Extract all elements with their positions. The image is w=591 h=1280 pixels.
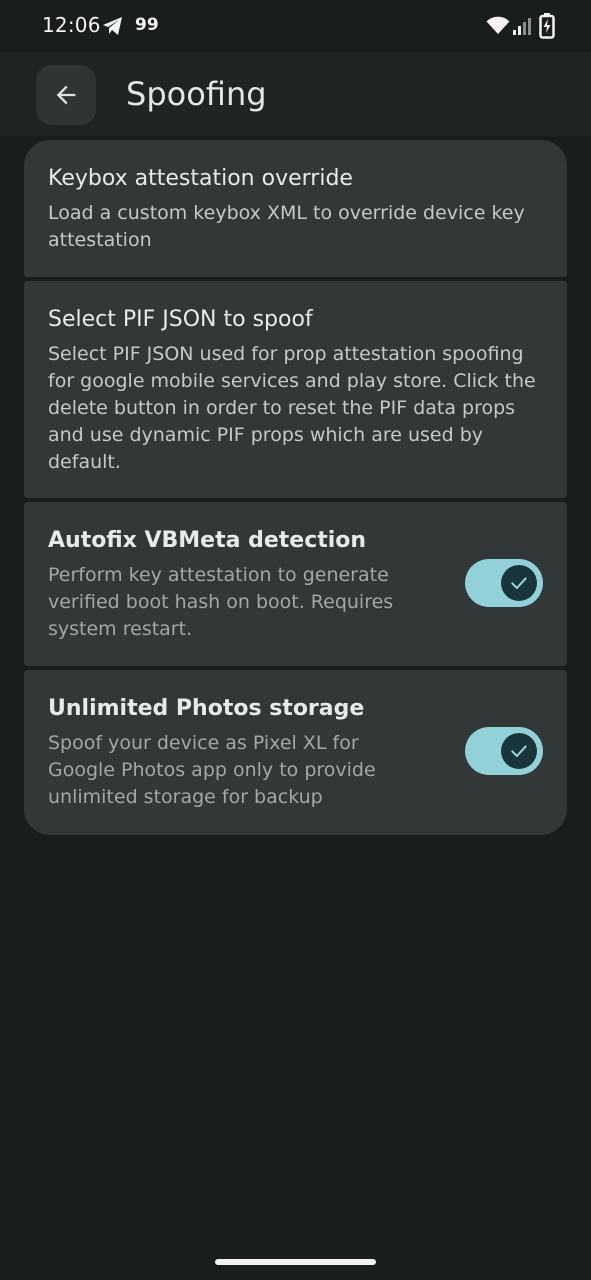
home-indicator[interactable]: [215, 1259, 376, 1265]
toggle-thumb: [501, 733, 537, 769]
setting-description: Spoof your device as Pixel XL for Google…: [48, 732, 376, 808]
toggle-thumb: [501, 565, 537, 601]
wifi-icon: [486, 16, 510, 34]
page-title: Spoofing: [126, 75, 267, 113]
app-bar: Spoofing: [0, 52, 591, 136]
unlimited-photos-setting[interactable]: Unlimited Photos storage Spoof your devi…: [24, 670, 567, 835]
setting-description: Select PIF JSON used for prop attestatio…: [48, 343, 536, 473]
setting-description: Load a custom keybox XML to override dev…: [48, 202, 525, 251]
back-button[interactable]: [36, 65, 96, 125]
unlimited-photos-toggle[interactable]: [465, 727, 543, 775]
autofix-vbmeta-setting[interactable]: Autofix VBMeta detection Perform key att…: [24, 502, 567, 666]
setting-description: Perform key attestation to generate veri…: [48, 564, 394, 640]
autofix-vbmeta-toggle[interactable]: [465, 559, 543, 607]
pif-json-setting[interactable]: Select PIF JSON to spoof Select PIF JSON…: [24, 281, 567, 498]
setting-title: Autofix VBMeta detection: [48, 528, 367, 553]
telegram-icon: [103, 17, 122, 35]
check-icon: [511, 745, 527, 757]
keybox-attestation-setting[interactable]: Keybox attestation override Load a custo…: [24, 140, 567, 277]
notification-count: 99: [135, 15, 159, 35]
settings-list: Keybox attestation override Load a custo…: [24, 140, 567, 835]
setting-title: Keybox attestation override: [48, 166, 353, 191]
arrow-back-icon: [56, 85, 76, 105]
check-icon: [511, 577, 527, 589]
status-time: 12:06: [42, 13, 101, 37]
status-bar: 12:06 99: [0, 0, 591, 52]
signal-icon: [513, 18, 531, 35]
setting-title: Select PIF JSON to spoof: [48, 307, 313, 332]
battery-charging-icon: [539, 13, 555, 39]
setting-title: Unlimited Photos storage: [48, 696, 365, 721]
